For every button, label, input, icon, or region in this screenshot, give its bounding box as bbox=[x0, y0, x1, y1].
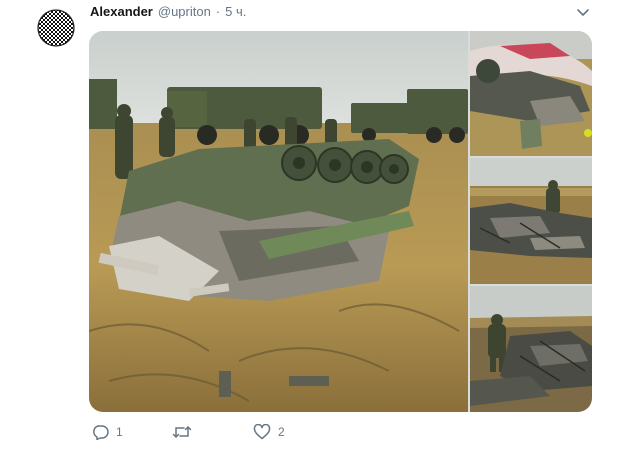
author-handle[interactable]: @upriton bbox=[158, 4, 211, 19]
retweet-button[interactable] bbox=[172, 424, 199, 440]
like-button[interactable]: 2 bbox=[253, 424, 285, 440]
tweet-header: Alexander @upriton · 5 ч. bbox=[90, 4, 246, 20]
reply-button[interactable]: 1 bbox=[91, 424, 123, 440]
reply-count: 1 bbox=[116, 425, 123, 439]
photo-main[interactable] bbox=[89, 31, 468, 412]
photo-side-1[interactable] bbox=[470, 31, 592, 156]
tweet-actions: 1 2 bbox=[91, 424, 391, 444]
timestamp[interactable]: 5 ч. bbox=[225, 4, 246, 19]
media-grid bbox=[89, 31, 592, 412]
like-count: 2 bbox=[278, 425, 285, 439]
tweet: Alexander @upriton · 5 ч. 1 2 bbox=[0, 0, 629, 457]
photo-side-2[interactable] bbox=[470, 158, 592, 284]
reply-icon bbox=[91, 424, 109, 440]
avatar[interactable] bbox=[35, 7, 77, 49]
photo-side-3[interactable] bbox=[470, 286, 592, 412]
heart-icon bbox=[253, 424, 271, 440]
separator-dot: · bbox=[215, 4, 221, 19]
chevron-down-icon[interactable] bbox=[575, 6, 591, 18]
author-name[interactable]: Alexander bbox=[90, 4, 153, 19]
retweet-icon bbox=[172, 424, 192, 440]
